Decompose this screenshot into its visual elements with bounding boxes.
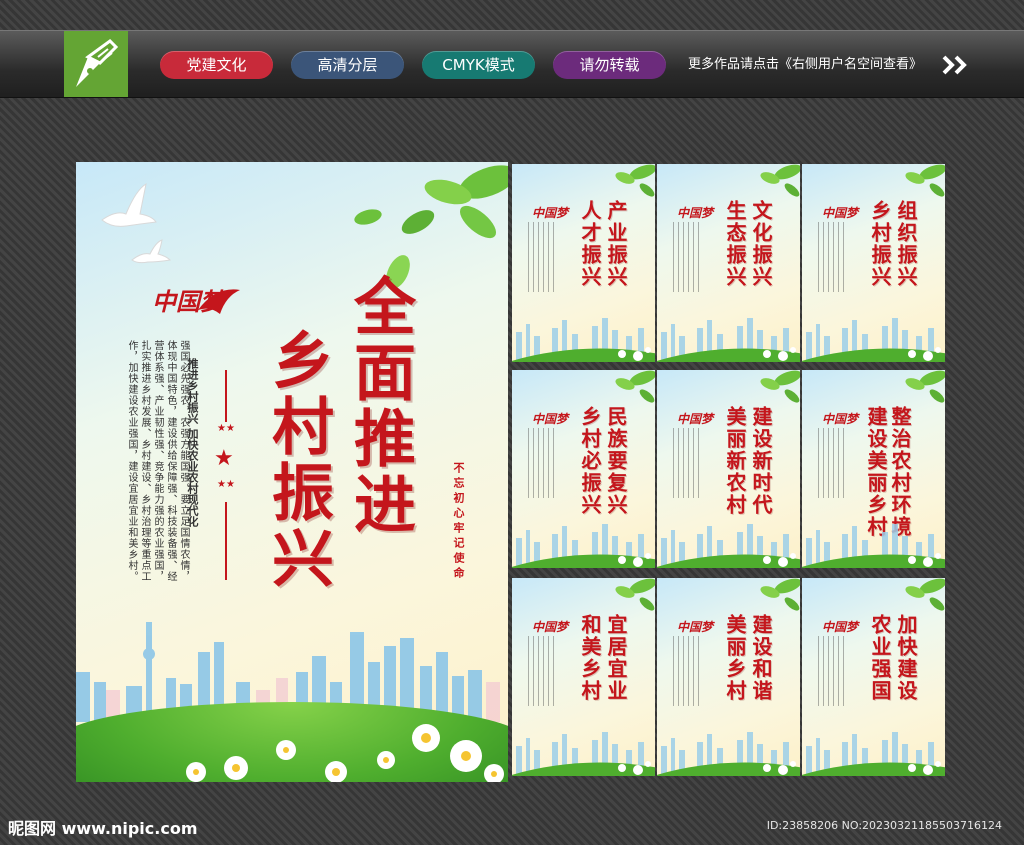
intro-paragraph-lines — [673, 222, 699, 292]
poster-title-col-1: 文化振兴 — [749, 200, 773, 288]
top-banner: 党建文化 高清分层 CMYK模式 请勿转载 更多作品请点击《右侧用户名空间查看》 — [0, 30, 1024, 98]
tag-party-culture[interactable]: 党建文化 — [160, 51, 273, 79]
small-poster: 中国梦 民族要复兴 乡村必振兴 — [512, 370, 655, 568]
china-dream-logo: 中国梦 — [532, 412, 569, 426]
tag-hd-layers[interactable]: 高清分层 — [291, 51, 404, 79]
intro-paragraph-lines — [673, 428, 699, 498]
intro-paragraph-lines — [528, 222, 554, 292]
poster-title-col-1: 组织振兴 — [894, 200, 918, 288]
poster-title-col-1: 建设新时代 — [749, 406, 773, 516]
intro-paragraph-lines — [528, 636, 554, 706]
small-poster: 中国梦 建设新时代 美丽新农村 — [657, 370, 800, 568]
star-icon: ★★ — [217, 423, 235, 434]
city-skyline — [657, 732, 800, 776]
star-icon: ★★ — [217, 479, 235, 490]
main-title-col-2: 乡村振兴 — [261, 328, 334, 592]
divider-line-bottom — [225, 502, 227, 580]
small-poster: 中国梦 整治农村环境 建设美丽乡村 — [802, 370, 945, 568]
poster-title-col-2: 和美乡村 — [578, 614, 602, 702]
poster-title-col-2: 人才振兴 — [578, 200, 602, 288]
leaves-decoration — [615, 370, 655, 403]
small-poster: 中国梦 产业振兴 人才振兴 — [512, 164, 655, 362]
leaves-decoration — [760, 578, 800, 611]
leaves-decoration — [905, 578, 945, 611]
china-dream-logo: 中国梦 — [677, 206, 714, 220]
city-skyline — [512, 732, 655, 776]
leaves-decoration — [354, 165, 508, 289]
leaves-decoration — [905, 370, 945, 403]
dove-icon — [101, 182, 172, 264]
china-dream-logo: 中国梦 — [677, 620, 714, 634]
china-dream-logo: 中国梦 — [677, 412, 714, 426]
intro-paragraph-lines — [818, 222, 844, 292]
pen-nib-icon — [76, 39, 119, 87]
poster-title-col-2: 乡村振兴 — [868, 200, 892, 288]
poster-subtitle: 推进乡村振兴 加快农业农村现代化 — [186, 358, 199, 527]
double-chevron-right-icon[interactable] — [942, 55, 970, 75]
poster-title-col-2: 生态振兴 — [723, 200, 747, 288]
poster-title-col-2: 乡村必振兴 — [578, 406, 602, 516]
china-dream-logo: 中国梦 — [822, 206, 859, 220]
nipic-watermark: 昵图网 www.nipic.com — [8, 819, 198, 838]
city-skyline — [802, 318, 945, 362]
leaves-decoration — [760, 164, 800, 197]
poster-title-col-1: 建设和谐 — [749, 614, 773, 702]
poster-title-col-1: 产业振兴 — [604, 200, 628, 288]
main-poster: 中国梦 ★★ ★ ★★ 强国必先强农，农强方能国强。要立足国情农情，体现中国特色… — [76, 162, 508, 782]
small-poster: 中国梦 宜居宜业 和美乡村 — [512, 578, 655, 776]
city-skyline — [512, 318, 655, 362]
small-poster: 中国梦 文化振兴 生态振兴 — [657, 164, 800, 362]
china-dream-logo: 中国梦 — [532, 620, 569, 634]
small-poster: 中国梦 建设和谐 美丽乡村 — [657, 578, 800, 776]
intro-paragraph-lines — [528, 428, 554, 498]
leaves-decoration — [760, 370, 800, 403]
china-dream-logo: 中国梦 — [532, 206, 569, 220]
poster-title-col-1: 民族要复兴 — [604, 406, 628, 516]
leaves-decoration — [615, 578, 655, 611]
city-skyline — [802, 732, 945, 776]
poster-title-col-2: 美丽乡村 — [723, 614, 747, 702]
leaves-decoration — [615, 164, 655, 197]
poster-title-col-1: 宜居宜业 — [604, 614, 628, 702]
city-skyline — [657, 524, 800, 568]
image-id: ID:23858206 NO:20230321185503716124 — [766, 819, 1002, 832]
intro-paragraph-lines — [673, 636, 699, 706]
big-star-icon: ★ — [214, 446, 234, 471]
small-poster: 中国梦 组织振兴 乡村振兴 — [802, 164, 945, 362]
divider-line-top — [225, 370, 227, 422]
ribbon-icon — [198, 289, 240, 314]
china-dream-logo: 中国梦 — [822, 412, 859, 426]
more-works-link[interactable]: 更多作品请点击《右侧用户名空间查看》 — [688, 57, 922, 73]
slogan-2: 牢记使命 — [452, 522, 465, 582]
small-poster: 中国梦 加快建设 农业强国 — [802, 578, 945, 776]
poster-title-col-2: 美丽新农村 — [723, 406, 747, 516]
leaves-decoration — [905, 164, 945, 197]
poster-title-col-2: 农业强国 — [868, 614, 892, 702]
site-logo[interactable] — [64, 31, 128, 97]
city-skyline — [802, 524, 945, 568]
tag-cmyk-mode[interactable]: CMYK模式 — [422, 51, 535, 79]
city-skyline — [512, 524, 655, 568]
daisy-flowers — [186, 724, 504, 782]
intro-paragraph-lines — [818, 428, 844, 498]
intro-paragraph: 强国必先强农，农强方能国强。要立足国情农情，体现中国特色，建设供给保障强、科技装… — [126, 340, 189, 582]
slogan-1: 不忘初心 — [452, 462, 465, 522]
poster-title-col-1: 加快建设 — [894, 614, 918, 702]
intro-paragraph-lines — [818, 636, 844, 706]
tag-no-repost[interactable]: 请勿转载 — [553, 51, 666, 79]
city-skyline — [657, 318, 800, 362]
china-dream-logo: 中国梦 — [822, 620, 859, 634]
main-title-col-1: 全面推进 — [343, 274, 416, 538]
